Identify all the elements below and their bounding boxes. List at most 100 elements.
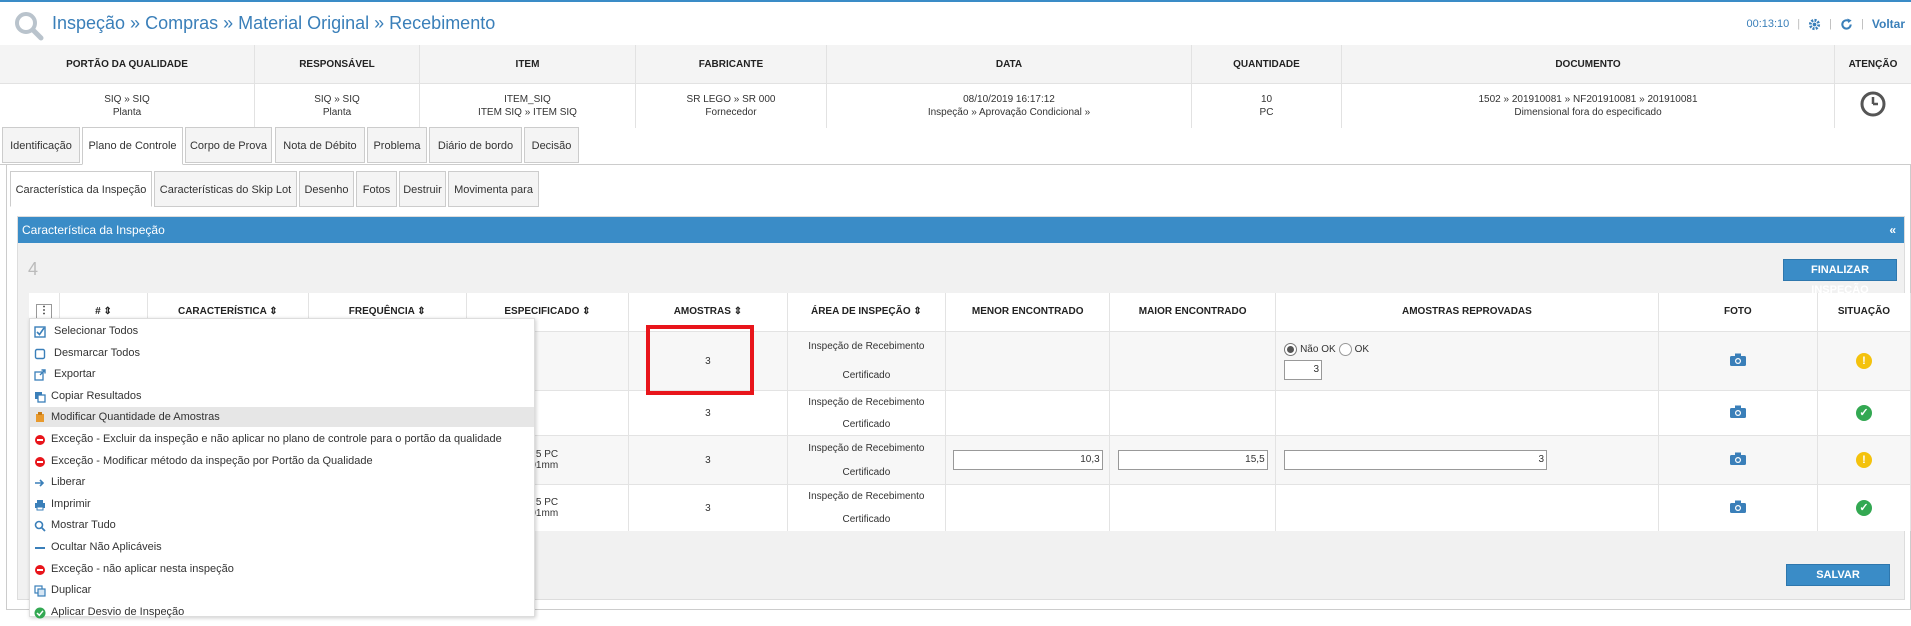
context-menu: Selecionar TodosDesmarcar TodosExportarC… [29,318,535,617]
refresh-icon[interactable] [1840,18,1853,31]
min-found-cell[interactable] [946,391,1110,436]
radio-not-ok[interactable] [1284,343,1297,356]
warning-status-icon: ! [1856,353,1872,369]
summary-header: DOCUMENTO [1342,45,1835,84]
camera-icon[interactable] [1730,452,1746,465]
menu-item-label: Exceção - não aplicar nesta inspeção [51,559,234,579]
menu-item[interactable]: Selecionar Todos [30,321,534,341]
column-header: SITUAÇÃO [1817,293,1910,332]
photo-cell [1658,436,1817,485]
tab-plano-de-controle[interactable]: Plano de Controle [82,127,183,165]
camera-icon[interactable] [1730,500,1746,513]
summary-cell: 08/10/2019 16:17:12Inspeção » Aprovação … [827,84,1192,129]
tab-diario-de-bordo[interactable]: Diário de bordo [429,127,522,163]
menu-item-label: Liberar [51,472,85,492]
inspection-area-cell: Inspeção de RecebimentoCertificado [787,391,946,436]
tab-decisao[interactable]: Decisão [524,127,579,163]
divider: | [1797,18,1800,30]
tab-caracteristica-inspecao[interactable]: Característica da Inspeção [10,171,152,207]
menu-item[interactable]: Exceção - Excluir da inspeção e não apli… [30,429,534,449]
samples-cell[interactable]: 3 [629,436,787,485]
min-found-cell[interactable] [946,332,1110,391]
collapse-toggle[interactable]: « [1889,217,1896,243]
menu-item[interactable]: Copiar Resultados [30,386,534,406]
release-icon [34,476,46,488]
menu-item[interactable]: Mostrar Tudo [30,515,534,535]
menu-item[interactable]: Duplicar [30,580,534,600]
export-icon [34,368,46,380]
clock-icon[interactable] [1859,90,1887,118]
rejected-samples-input[interactable]: 3 [1284,450,1547,470]
menu-item[interactable]: Exceção - Modificar método da inspeção p… [30,451,534,471]
menu-item[interactable]: Desmarcar Todos [30,343,534,363]
menu-item[interactable]: Ocultar Não Aplicáveis [30,537,534,557]
inspection-area-cell: Inspeção de RecebimentoCertificado [787,436,946,485]
menu-item[interactable]: Liberar [30,472,534,492]
tab-fotos[interactable]: Fotos [356,171,397,207]
tab-identificacao[interactable]: Identificação [2,127,80,163]
rejected-samples-input[interactable]: 3 [1284,360,1322,380]
divider: | [1829,18,1832,30]
record-count: 4 [28,259,38,280]
camera-icon[interactable] [1730,405,1746,418]
minus-icon [34,541,46,553]
status-cell: ! [1817,332,1910,391]
rejected-samples-cell[interactable] [1276,391,1659,436]
menu-item[interactable]: Aplicar Desvio de Inspeção [30,602,534,622]
tab-movimenta-para[interactable]: Movimenta para [448,171,539,207]
menu-item[interactable]: Imprimir [30,494,534,514]
samples-cell[interactable]: 3 [629,391,787,436]
tab-corpo-de-prova[interactable]: Corpo de Prova [185,127,272,163]
menu-item-label: Copiar Resultados [51,386,142,406]
menu-item[interactable]: Exportar [30,364,534,384]
summary-header: ITEM [420,45,636,84]
menu-item-label: Mostrar Tudo [51,515,116,535]
rejected-samples-cell: Não OK OK 3 [1276,332,1659,391]
save-button[interactable]: SALVAR [1786,564,1890,586]
status-cell: ✓ [1817,485,1910,532]
max-found-cell[interactable] [1110,485,1276,532]
photo-cell [1658,485,1817,532]
menu-item[interactable]: Exceção - não aplicar nesta inspeção [30,559,534,579]
gear-icon[interactable] [1808,18,1821,31]
max-found-cell[interactable] [1110,332,1276,391]
inspection-area-cell: Inspeção de RecebimentoCertificado [787,332,946,391]
section-title: Característica da Inspeção [22,223,165,237]
checked-box-icon [34,325,46,337]
column-header[interactable]: ÁREA DE INSPEÇÃO ⇕ [787,293,946,332]
min-found-cell[interactable] [946,485,1110,532]
exception-icon [34,433,46,445]
samples-icon [34,411,46,423]
min-found-input[interactable]: 10,3 [953,450,1103,470]
tab-skip-lot[interactable]: Características do Skip Lot [154,171,297,207]
ok-status-icon: ✓ [1856,405,1872,421]
finalize-inspection-button[interactable]: FINALIZAR INSPEÇÃO [1783,259,1897,281]
tab-nota-de-debito[interactable]: Nota de Débito [275,127,365,163]
duplicate-icon [34,584,46,596]
divider: | [1861,18,1864,30]
tab-problema[interactable]: Problema [367,127,427,163]
warning-status-icon: ! [1856,452,1872,468]
photo-cell [1658,332,1817,391]
status-cell: ! [1817,436,1910,485]
menu-item-label: Exportar [54,364,96,384]
max-found-input[interactable]: 15,5 [1118,450,1268,470]
max-found-cell: 15,5 [1110,436,1276,485]
column-header: MENOR ENCONTRADO [946,293,1110,332]
menu-item[interactable]: Modificar Quantidade de Amostras [30,407,534,427]
exception-icon [34,455,46,467]
summary-header: ATENÇÃO [1835,45,1911,84]
tab-desenho[interactable]: Desenho [299,171,354,207]
menu-item-label: Exceção - Excluir da inspeção e não apli… [51,429,502,449]
radio-ok[interactable] [1339,343,1352,356]
search-logo-icon [14,11,44,41]
rejected-samples-cell[interactable] [1276,485,1659,532]
back-link[interactable]: Voltar [1872,17,1905,31]
samples-cell[interactable]: 3 [629,485,787,532]
camera-icon[interactable] [1730,353,1746,366]
rejected-samples-cell: 3 [1276,436,1659,485]
max-found-cell[interactable] [1110,391,1276,436]
summary-cell [1835,84,1911,129]
tab-destruir[interactable]: Destruir [399,171,446,207]
summary-table: PORTÃO DA QUALIDADE RESPONSÁVEL ITEM FAB… [0,45,1911,128]
